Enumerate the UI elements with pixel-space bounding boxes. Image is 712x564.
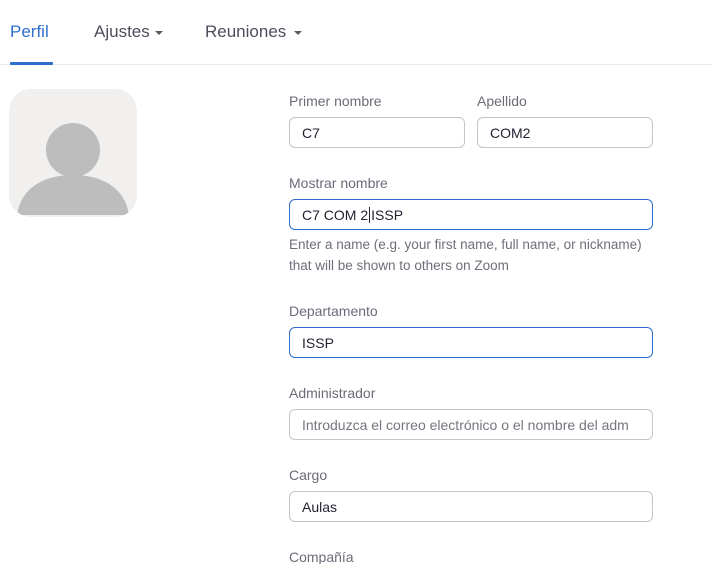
first-name-label: Primer nombre [289, 93, 382, 109]
tab-perfil[interactable]: Perfil [10, 22, 49, 42]
avatar[interactable] [9, 89, 137, 217]
chevron-down-icon [154, 31, 163, 35]
first-name-field[interactable]: C7 [289, 117, 465, 148]
display-name-value-after-cursor: ISSP [371, 206, 404, 223]
last-name-field[interactable]: COM2 [477, 117, 653, 148]
active-tab-indicator [10, 62, 53, 65]
display-name-label: Mostrar nombre [289, 175, 388, 191]
tab-perfil-label: Perfil [10, 22, 49, 41]
tab-bar: Perfil Ajustes Reuniones [0, 0, 712, 65]
text-cursor [369, 206, 371, 223]
department-value: ISSP [302, 334, 334, 351]
tab-reuniones[interactable]: Reuniones [205, 22, 303, 42]
tab-reuniones-label: Reuniones [205, 22, 287, 41]
department-label: Departamento [289, 303, 378, 319]
last-name-label: Apellido [477, 93, 527, 109]
job-title-label: Cargo [289, 467, 328, 483]
display-name-help-text: Enter a name (e.g. your first name, full… [289, 237, 642, 273]
profile-page: Perfil Ajustes Reuniones Primer nombre C… [0, 0, 712, 564]
chevron-down-icon [294, 31, 303, 35]
user-placeholder-icon [17, 123, 129, 215]
department-field[interactable]: ISSP [289, 327, 653, 358]
tab-ajustes[interactable]: Ajustes [94, 22, 163, 42]
display-name-value-before-cursor: C7 COM 2 [302, 206, 369, 223]
last-name-value: COM2 [490, 124, 531, 141]
job-title-value: Aulas [302, 498, 338, 515]
manager-label: Administrador [289, 385, 376, 401]
company-label: Compañía [289, 549, 354, 564]
display-name-field[interactable]: C7 COM 2 ISSP [289, 199, 653, 230]
manager-placeholder: Introduzca el correo electrónico o el no… [302, 416, 629, 433]
manager-field[interactable]: Introduzca el correo electrónico o el no… [289, 409, 653, 440]
tab-ajustes-label: Ajustes [94, 22, 150, 41]
first-name-value: C7 [302, 124, 320, 141]
job-title-field[interactable]: Aulas [289, 491, 653, 522]
